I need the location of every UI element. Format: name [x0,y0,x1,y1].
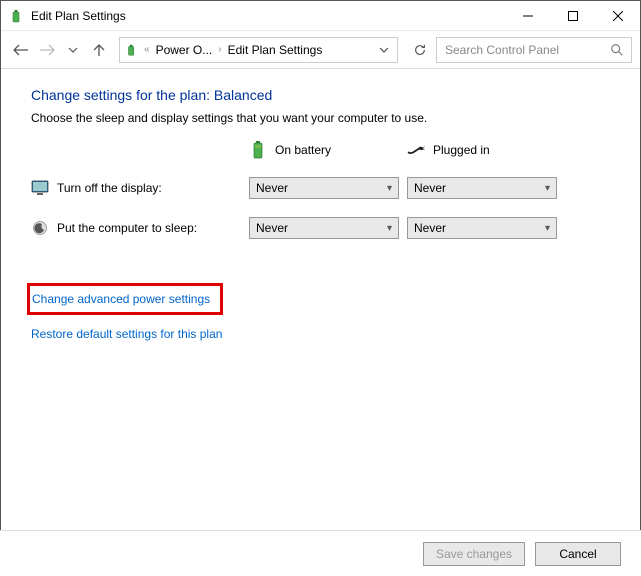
column-header-plugged: Plugged in [407,141,557,159]
advanced-settings-link[interactable]: Change advanced power settings [32,292,210,306]
row-label-sleep: Put the computer to sleep: [31,219,241,237]
sleep-battery-dropdown[interactable]: Never ▾ [249,217,399,239]
chevron-down-icon: ▾ [545,223,550,234]
breadcrumb-prefix: « [144,44,150,55]
column-header-battery: On battery [249,141,399,159]
display-plugged-dropdown[interactable]: Never ▾ [407,177,557,199]
content-area: Change settings for the plan: Balanced C… [1,69,640,353]
battery-icon [249,141,267,159]
up-button[interactable] [87,38,111,62]
search-icon[interactable] [609,42,625,58]
sleep-icon [31,219,49,237]
chevron-down-icon: ▾ [545,183,550,194]
plug-icon [407,141,425,159]
search-input[interactable] [443,42,609,58]
breadcrumb-part[interactable]: Power O... [152,43,217,57]
maximize-button[interactable] [550,1,595,30]
refresh-button[interactable] [406,37,434,63]
dropdown-value: Never [256,221,288,235]
page-description: Choose the sleep and display settings th… [31,111,616,125]
cancel-button[interactable]: Cancel [535,542,621,566]
caption-buttons [505,1,640,30]
chevron-down-icon: ▾ [387,223,392,234]
nav-bar: « Power O... › Edit Plan Settings [1,31,640,69]
search-box[interactable] [436,37,632,63]
links-area: Change advanced power settings Restore d… [31,283,616,341]
sleep-plugged-dropdown[interactable]: Never ▾ [407,217,557,239]
settings-grid: On battery Plugged in Turn [31,141,616,239]
power-options-icon [9,8,25,24]
dropdown-value: Never [414,181,446,195]
row-label-text: Turn off the display: [57,181,162,195]
display-icon [31,179,49,197]
save-button[interactable]: Save changes [423,542,525,566]
row-label-display: Turn off the display: [31,179,241,197]
row-label-text: Put the computer to sleep: [57,221,197,235]
display-battery-dropdown[interactable]: Never ▾ [249,177,399,199]
minimize-button[interactable] [505,1,550,30]
back-button[interactable] [9,38,33,62]
chevron-right-icon[interactable]: › [218,44,221,55]
column-header-label: Plugged in [433,143,490,157]
column-header-label: On battery [275,143,331,157]
close-button[interactable] [595,1,640,30]
breadcrumb-part[interactable]: Edit Plan Settings [224,43,327,57]
page-heading: Change settings for the plan: Balanced [31,87,616,103]
power-options-icon [124,42,140,58]
dropdown-value: Never [414,221,446,235]
history-dropdown[interactable] [61,38,85,62]
restore-defaults-link[interactable]: Restore default settings for this plan [31,327,222,341]
breadcrumb-dropdown[interactable] [375,38,393,62]
highlight-box: Change advanced power settings [27,283,223,315]
footer-bar: Save changes Cancel [0,530,641,576]
breadcrumb[interactable]: « Power O... › Edit Plan Settings [119,37,398,63]
window-title: Edit Plan Settings [31,9,505,23]
dropdown-value: Never [256,181,288,195]
title-bar: Edit Plan Settings [1,1,640,31]
chevron-down-icon: ▾ [387,183,392,194]
forward-button[interactable] [35,38,59,62]
